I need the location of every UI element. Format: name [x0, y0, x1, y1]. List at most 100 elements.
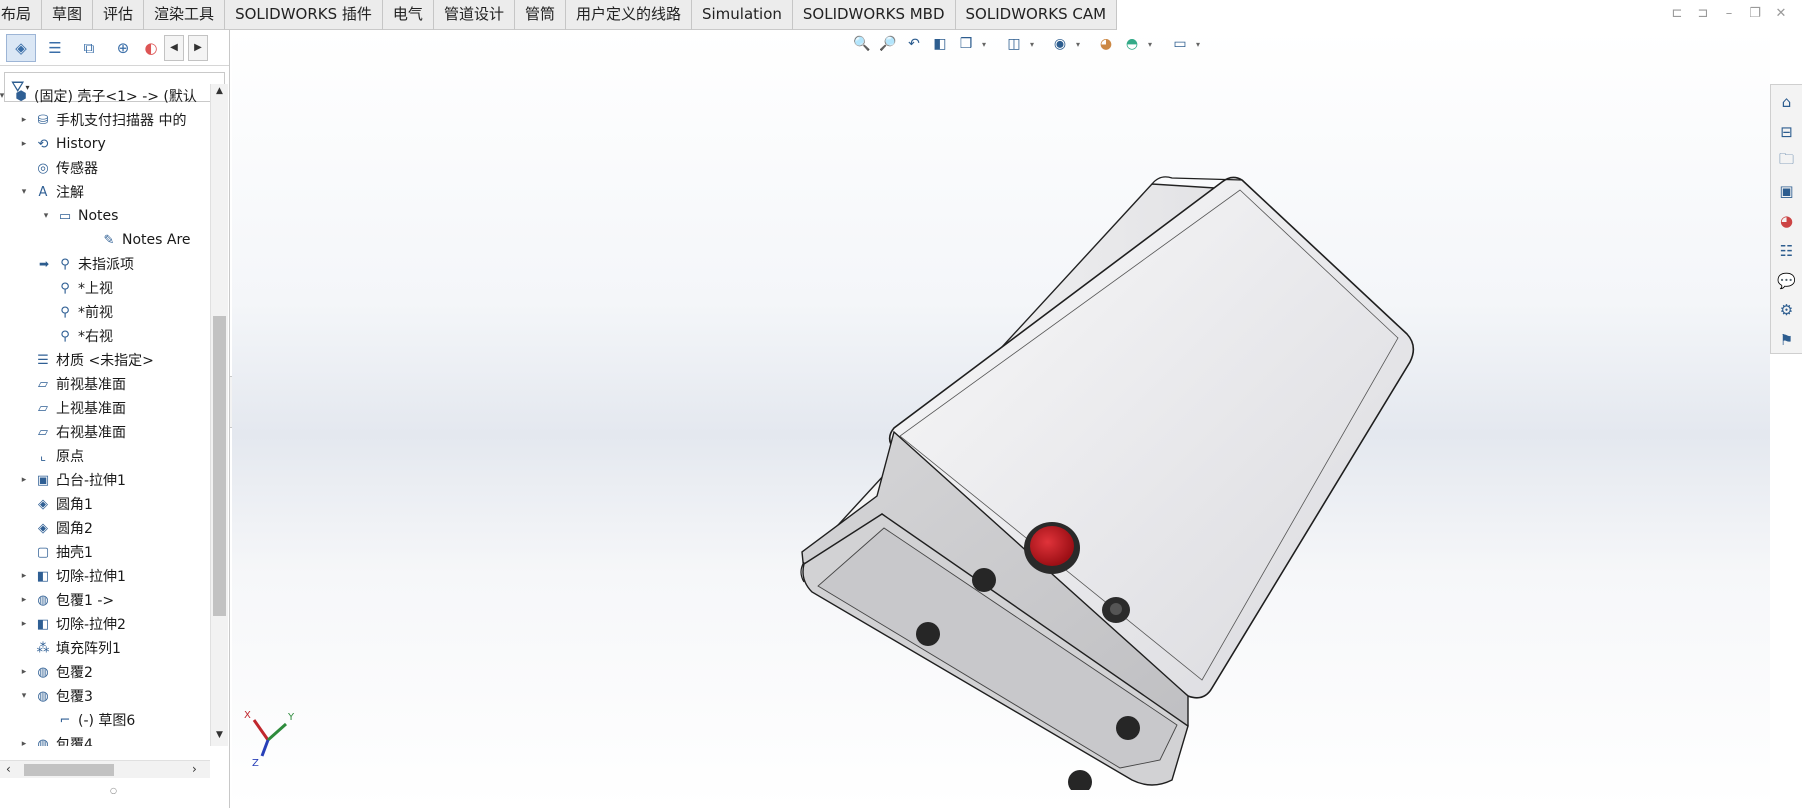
command-tab[interactable]: Simulation: [692, 0, 793, 30]
tree-item[interactable]: ⁂ 填充阵列1: [0, 636, 210, 660]
expand-caret-icon[interactable]: ▸: [18, 595, 30, 605]
forum-icon[interactable]: 💬: [1774, 268, 1800, 294]
section-view-icon[interactable]: ◧: [930, 34, 950, 54]
tree-item[interactable]: ▸ ◧ 切除-拉伸2: [0, 612, 210, 636]
rollback-arrow-icon[interactable]: ➡: [38, 257, 50, 271]
tree-item[interactable]: ▾ ⬢ (固定) 壳子<1> -> (默认: [0, 84, 210, 108]
command-tab[interactable]: SOLIDWORKS CAM: [956, 0, 1118, 30]
graphics-area[interactable]: 🔍 🔎 ↶ ◧ ❒ ▾ ◫ ▾ ◉ ▾ ◕ ◓ ▾ ▭ ▾ X Y Z: [232, 30, 1770, 808]
expand-caret-icon[interactable]: ▸: [18, 475, 30, 485]
zoom-to-area-icon[interactable]: 🔎: [878, 34, 898, 54]
home-icon[interactable]: ⌂: [1774, 89, 1800, 115]
toolbox-icon[interactable]: ⚙: [1774, 297, 1800, 323]
previous-view-icon[interactable]: ↶: [904, 34, 924, 54]
expand-caret-icon[interactable]: ▸: [18, 139, 30, 149]
expand-caret-icon[interactable]: ▸: [18, 571, 30, 581]
hide-show-icon[interactable]: ◉: [1050, 34, 1070, 54]
tile-left-icon[interactable]: ⊏: [1670, 6, 1684, 21]
appearances-icon[interactable]: ◕: [1774, 208, 1800, 234]
collapse-caret-icon[interactable]: ▾: [18, 691, 30, 701]
hide-show-dropdown-icon[interactable]: ▾: [1076, 40, 1084, 49]
display-style-icon[interactable]: ◫: [1004, 34, 1024, 54]
custom-properties-icon[interactable]: ☷: [1774, 238, 1800, 264]
tree-item[interactable]: ▸ ⛁ 手机支付扫描器 中的: [0, 108, 210, 132]
view-settings-icon[interactable]: ▭: [1170, 34, 1190, 54]
tree-item[interactable]: ◈ 圆角2: [0, 516, 210, 540]
scrollbar-thumb[interactable]: [24, 764, 114, 776]
tree-vertical-scrollbar[interactable]: ▲ ▼: [210, 84, 228, 746]
tree-item[interactable]: ▸ ◧ 切除-拉伸1: [0, 564, 210, 588]
tree-item[interactable]: ✎ Notes Are: [0, 228, 210, 252]
collapse-caret-icon[interactable]: ▾: [18, 187, 30, 197]
tree-item[interactable]: ⌐ (-) 草图6: [0, 708, 210, 732]
scrollbar-thumb[interactable]: [213, 316, 226, 616]
property-manager-icon[interactable]: ☰: [40, 34, 70, 62]
command-tab[interactable]: 布局: [0, 0, 43, 30]
collapse-caret-icon[interactable]: ▾: [40, 211, 52, 221]
tree-item[interactable]: ☰ 材质 <未指定>: [0, 348, 210, 372]
restore-icon[interactable]: ❐: [1748, 6, 1762, 21]
file-explorer-icon[interactable]: 🗀: [1774, 149, 1800, 175]
command-tab[interactable]: 评估: [93, 0, 145, 30]
scroll-right-icon[interactable]: ›: [192, 762, 197, 776]
view-settings-dropdown-icon[interactable]: ▾: [1196, 40, 1204, 49]
minimize-icon[interactable]: –: [1722, 6, 1736, 21]
design-library-icon[interactable]: ⊟: [1774, 119, 1800, 145]
expand-caret-icon[interactable]: ▸: [18, 667, 30, 677]
command-tab[interactable]: 管筒: [515, 0, 566, 30]
zoom-to-fit-icon[interactable]: 🔍: [852, 34, 872, 54]
edit-appearance-icon[interactable]: ◕: [1096, 34, 1116, 54]
tree-item[interactable]: ▱ 右视基准面: [0, 420, 210, 444]
tree-item[interactable]: ▾ A 注解: [0, 180, 210, 204]
close-icon[interactable]: ✕: [1774, 6, 1788, 21]
panel-tabs-scroll-right-icon[interactable]: ▶: [188, 34, 208, 61]
expand-caret-icon[interactable]: ▸: [18, 619, 30, 629]
view-orientation-dropdown-icon[interactable]: ▾: [982, 40, 990, 49]
tree-item[interactable]: ▱ 前视基准面: [0, 372, 210, 396]
apply-scene-icon[interactable]: ◓: [1122, 34, 1142, 54]
display-manager-icon[interactable]: ◐: [142, 34, 160, 62]
tree-item[interactable]: ▾ ◍ 包覆3: [0, 684, 210, 708]
tree-item[interactable]: ▸ ◍ 包覆4: [0, 732, 210, 747]
tree-item[interactable]: ▢ 抽壳1: [0, 540, 210, 564]
tree-item[interactable]: ⚲ *右视: [0, 324, 210, 348]
tile-right-icon[interactable]: ⊐: [1696, 6, 1710, 21]
expand-caret-icon[interactable]: ▸: [18, 739, 30, 746]
panel-tabs-scroll-left-icon[interactable]: ◀: [164, 34, 184, 61]
scroll-down-icon[interactable]: ▼: [213, 730, 226, 740]
expand-caret-icon[interactable]: ▸: [18, 115, 30, 125]
tree-item[interactable]: ▸ ◍ 包覆1 ->: [0, 588, 210, 612]
dimxpert-icon[interactable]: ⊕: [108, 34, 138, 62]
display-style-dropdown-icon[interactable]: ▾: [1030, 40, 1038, 49]
command-tab[interactable]: 管道设计: [434, 0, 515, 30]
solidworks-resources-icon[interactable]: ⚑: [1774, 327, 1800, 353]
view-orientation-icon[interactable]: ❒: [956, 34, 976, 54]
tree-item[interactable]: ▸ ◍ 包覆2: [0, 660, 210, 684]
configuration-manager-icon[interactable]: ⧉: [74, 34, 104, 62]
tree-item[interactable]: ➡ ⚲ 未指派项: [0, 252, 210, 276]
scroll-left-icon[interactable]: ‹: [6, 762, 11, 776]
command-tab[interactable]: 电气: [383, 0, 434, 30]
tree-item[interactable]: ◈ 圆角1: [0, 492, 210, 516]
scroll-up-icon[interactable]: ▲: [213, 86, 226, 96]
3d-model-enclosure[interactable]: [632, 140, 1422, 790]
collapse-caret-icon[interactable]: ▾: [0, 91, 8, 101]
command-tab[interactable]: 渲染工具: [144, 0, 226, 30]
tree-item[interactable]: ▱ 上视基准面: [0, 396, 210, 420]
tree-item[interactable]: ▸ ▣ 凸台-拉伸1: [0, 468, 210, 492]
command-tab[interactable]: SOLIDWORKS MBD: [793, 0, 956, 30]
tree-item[interactable]: ◎ 传感器: [0, 156, 210, 180]
panel-resize-grip[interactable]: ○: [110, 786, 117, 795]
tree-item[interactable]: ▾ ▭ Notes: [0, 204, 210, 228]
command-tab[interactable]: 草图: [42, 0, 94, 30]
feature-manager-icon[interactable]: ◈: [6, 33, 36, 62]
tree-item[interactable]: ▸ ⟲ History: [0, 132, 210, 156]
command-tab[interactable]: SOLIDWORKS 插件: [225, 0, 383, 30]
tree-item[interactable]: ⚲ *前视: [0, 300, 210, 324]
tree-horizontal-scrollbar[interactable]: ‹ ›: [0, 760, 210, 778]
command-tab[interactable]: 用户定义的线路: [566, 0, 692, 30]
tree-item[interactable]: ⚲ *上视: [0, 276, 210, 300]
apply-scene-dropdown-icon[interactable]: ▾: [1148, 40, 1156, 49]
tree-item[interactable]: ⌞ 原点: [0, 444, 210, 468]
view-palette-icon[interactable]: ▣: [1774, 178, 1800, 204]
